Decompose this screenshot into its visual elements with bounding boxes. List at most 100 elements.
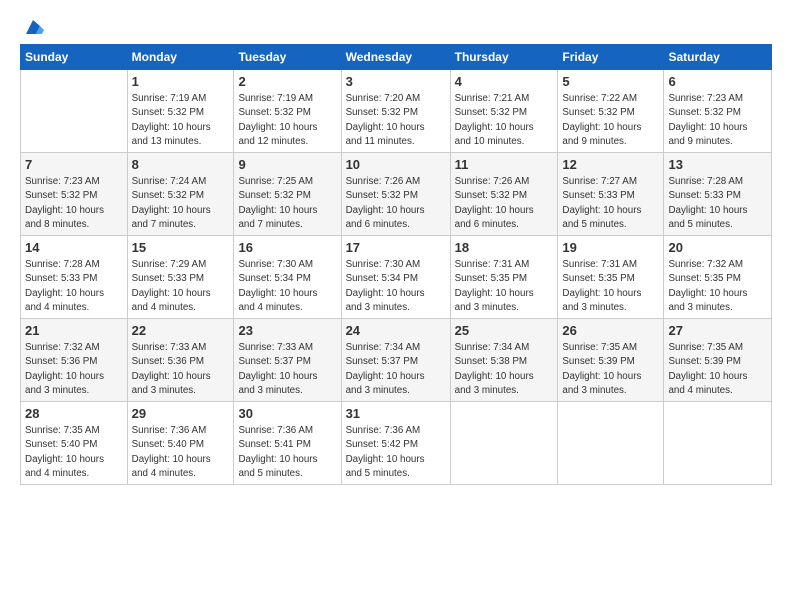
calendar-cell: 24Sunrise: 7:34 AM Sunset: 5:37 PM Dayli… [341, 319, 450, 402]
day-number: 21 [25, 322, 123, 340]
calendar-cell: 4Sunrise: 7:21 AM Sunset: 5:32 PM Daylig… [450, 70, 558, 153]
day-info: Sunrise: 7:28 AM Sunset: 5:33 PM Dayligh… [25, 258, 123, 315]
day-number: 19 [562, 239, 659, 257]
weekday-header: Wednesday [341, 45, 450, 70]
day-number: 9 [238, 156, 336, 174]
calendar-week-row: 7Sunrise: 7:23 AM Sunset: 5:32 PM Daylig… [21, 153, 772, 236]
calendar-week-row: 21Sunrise: 7:32 AM Sunset: 5:36 PM Dayli… [21, 319, 772, 402]
calendar-table: SundayMondayTuesdayWednesdayThursdayFrid… [20, 44, 772, 485]
calendar-cell: 13Sunrise: 7:28 AM Sunset: 5:33 PM Dayli… [664, 153, 772, 236]
calendar-cell: 3Sunrise: 7:20 AM Sunset: 5:32 PM Daylig… [341, 70, 450, 153]
day-info: Sunrise: 7:32 AM Sunset: 5:36 PM Dayligh… [25, 341, 123, 398]
day-number: 17 [346, 239, 446, 257]
day-number: 22 [132, 322, 230, 340]
calendar-week-row: 28Sunrise: 7:35 AM Sunset: 5:40 PM Dayli… [21, 402, 772, 485]
calendar-cell: 7Sunrise: 7:23 AM Sunset: 5:32 PM Daylig… [21, 153, 128, 236]
logo [20, 16, 44, 34]
day-info: Sunrise: 7:22 AM Sunset: 5:32 PM Dayligh… [562, 92, 659, 149]
day-number: 1 [132, 73, 230, 91]
calendar-cell: 26Sunrise: 7:35 AM Sunset: 5:39 PM Dayli… [558, 319, 664, 402]
calendar-cell [664, 402, 772, 485]
weekday-header: Friday [558, 45, 664, 70]
calendar-body: 1Sunrise: 7:19 AM Sunset: 5:32 PM Daylig… [21, 70, 772, 485]
day-number: 30 [238, 405, 336, 423]
day-number: 29 [132, 405, 230, 423]
day-info: Sunrise: 7:35 AM Sunset: 5:39 PM Dayligh… [562, 341, 659, 398]
day-number: 11 [455, 156, 554, 174]
calendar-cell [21, 70, 128, 153]
calendar-cell: 11Sunrise: 7:26 AM Sunset: 5:32 PM Dayli… [450, 153, 558, 236]
day-info: Sunrise: 7:23 AM Sunset: 5:32 PM Dayligh… [25, 175, 123, 232]
day-info: Sunrise: 7:36 AM Sunset: 5:40 PM Dayligh… [132, 424, 230, 481]
day-info: Sunrise: 7:31 AM Sunset: 5:35 PM Dayligh… [455, 258, 554, 315]
calendar-cell: 2Sunrise: 7:19 AM Sunset: 5:32 PM Daylig… [234, 70, 341, 153]
day-number: 6 [668, 73, 767, 91]
day-info: Sunrise: 7:30 AM Sunset: 5:34 PM Dayligh… [238, 258, 336, 315]
day-info: Sunrise: 7:32 AM Sunset: 5:35 PM Dayligh… [668, 258, 767, 315]
day-info: Sunrise: 7:33 AM Sunset: 5:37 PM Dayligh… [238, 341, 336, 398]
calendar-cell: 21Sunrise: 7:32 AM Sunset: 5:36 PM Dayli… [21, 319, 128, 402]
day-number: 18 [455, 239, 554, 257]
calendar-cell: 14Sunrise: 7:28 AM Sunset: 5:33 PM Dayli… [21, 236, 128, 319]
day-info: Sunrise: 7:35 AM Sunset: 5:39 PM Dayligh… [668, 341, 767, 398]
calendar-cell: 25Sunrise: 7:34 AM Sunset: 5:38 PM Dayli… [450, 319, 558, 402]
day-info: Sunrise: 7:20 AM Sunset: 5:32 PM Dayligh… [346, 92, 446, 149]
calendar-cell: 31Sunrise: 7:36 AM Sunset: 5:42 PM Dayli… [341, 402, 450, 485]
day-info: Sunrise: 7:35 AM Sunset: 5:40 PM Dayligh… [25, 424, 123, 481]
calendar-cell: 16Sunrise: 7:30 AM Sunset: 5:34 PM Dayli… [234, 236, 341, 319]
day-number: 28 [25, 405, 123, 423]
day-info: Sunrise: 7:36 AM Sunset: 5:41 PM Dayligh… [238, 424, 336, 481]
weekday-header: Saturday [664, 45, 772, 70]
day-number: 14 [25, 239, 123, 257]
calendar-cell: 23Sunrise: 7:33 AM Sunset: 5:37 PM Dayli… [234, 319, 341, 402]
day-info: Sunrise: 7:24 AM Sunset: 5:32 PM Dayligh… [132, 175, 230, 232]
day-number: 26 [562, 322, 659, 340]
calendar-cell: 15Sunrise: 7:29 AM Sunset: 5:33 PM Dayli… [127, 236, 234, 319]
day-number: 10 [346, 156, 446, 174]
calendar-cell: 12Sunrise: 7:27 AM Sunset: 5:33 PM Dayli… [558, 153, 664, 236]
day-number: 16 [238, 239, 336, 257]
calendar-cell: 8Sunrise: 7:24 AM Sunset: 5:32 PM Daylig… [127, 153, 234, 236]
calendar-cell: 18Sunrise: 7:31 AM Sunset: 5:35 PM Dayli… [450, 236, 558, 319]
logo-icon [22, 16, 44, 38]
day-info: Sunrise: 7:36 AM Sunset: 5:42 PM Dayligh… [346, 424, 446, 481]
day-number: 5 [562, 73, 659, 91]
calendar-cell: 6Sunrise: 7:23 AM Sunset: 5:32 PM Daylig… [664, 70, 772, 153]
page: SundayMondayTuesdayWednesdayThursdayFrid… [0, 0, 792, 612]
day-number: 24 [346, 322, 446, 340]
day-info: Sunrise: 7:34 AM Sunset: 5:37 PM Dayligh… [346, 341, 446, 398]
calendar-week-row: 14Sunrise: 7:28 AM Sunset: 5:33 PM Dayli… [21, 236, 772, 319]
day-number: 3 [346, 73, 446, 91]
day-info: Sunrise: 7:25 AM Sunset: 5:32 PM Dayligh… [238, 175, 336, 232]
day-number: 7 [25, 156, 123, 174]
day-info: Sunrise: 7:34 AM Sunset: 5:38 PM Dayligh… [455, 341, 554, 398]
day-info: Sunrise: 7:23 AM Sunset: 5:32 PM Dayligh… [668, 92, 767, 149]
calendar-cell: 27Sunrise: 7:35 AM Sunset: 5:39 PM Dayli… [664, 319, 772, 402]
day-number: 13 [668, 156, 767, 174]
day-info: Sunrise: 7:19 AM Sunset: 5:32 PM Dayligh… [238, 92, 336, 149]
calendar-cell: 9Sunrise: 7:25 AM Sunset: 5:32 PM Daylig… [234, 153, 341, 236]
day-number: 8 [132, 156, 230, 174]
calendar-header-row: SundayMondayTuesdayWednesdayThursdayFrid… [21, 45, 772, 70]
weekday-header: Thursday [450, 45, 558, 70]
weekday-header: Tuesday [234, 45, 341, 70]
day-number: 2 [238, 73, 336, 91]
day-number: 15 [132, 239, 230, 257]
day-info: Sunrise: 7:31 AM Sunset: 5:35 PM Dayligh… [562, 258, 659, 315]
day-number: 31 [346, 405, 446, 423]
day-number: 12 [562, 156, 659, 174]
day-info: Sunrise: 7:21 AM Sunset: 5:32 PM Dayligh… [455, 92, 554, 149]
day-info: Sunrise: 7:33 AM Sunset: 5:36 PM Dayligh… [132, 341, 230, 398]
calendar-cell: 19Sunrise: 7:31 AM Sunset: 5:35 PM Dayli… [558, 236, 664, 319]
day-info: Sunrise: 7:19 AM Sunset: 5:32 PM Dayligh… [132, 92, 230, 149]
day-number: 27 [668, 322, 767, 340]
calendar-cell [450, 402, 558, 485]
day-info: Sunrise: 7:27 AM Sunset: 5:33 PM Dayligh… [562, 175, 659, 232]
weekday-header: Sunday [21, 45, 128, 70]
day-info: Sunrise: 7:26 AM Sunset: 5:32 PM Dayligh… [346, 175, 446, 232]
day-info: Sunrise: 7:26 AM Sunset: 5:32 PM Dayligh… [455, 175, 554, 232]
day-number: 25 [455, 322, 554, 340]
calendar-cell: 22Sunrise: 7:33 AM Sunset: 5:36 PM Dayli… [127, 319, 234, 402]
day-number: 4 [455, 73, 554, 91]
calendar-cell: 1Sunrise: 7:19 AM Sunset: 5:32 PM Daylig… [127, 70, 234, 153]
